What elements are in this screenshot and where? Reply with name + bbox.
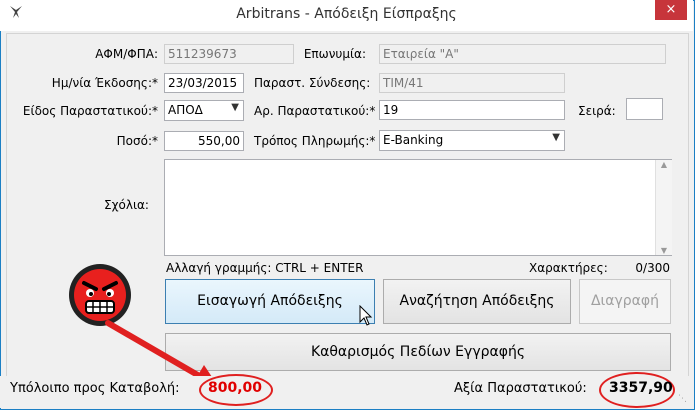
balance-label: Υπόλοιπο προς Καταβολή: [10, 381, 180, 396]
comments-label: Σχόλια: [104, 198, 149, 212]
doc-type-select[interactable]: ΑΠΟΔ ▼ [164, 100, 244, 121]
payment-method-label: Τρόπος Πληρωμής:* [254, 134, 376, 148]
window-title: Arbitrans - Απόδειξη Είσπραξης [236, 6, 457, 22]
title-bar: Arbitrans - Απόδειξη Είσπραξης × [0, 0, 693, 31]
payment-method-value: E-Banking [383, 133, 444, 147]
name-label: Επωνυμία: [303, 47, 366, 61]
series-field[interactable] [626, 98, 663, 120]
series-label: Σειρά: [578, 104, 616, 118]
scroll-down-icon: ▼ [660, 246, 668, 255]
issue-date-label: Ημ/νία Έκδοσης:* [51, 76, 158, 90]
afm-field[interactable]: 511239673 [164, 44, 294, 64]
search-receipt-button[interactable]: Αναζήτηση Απόδειξης [383, 279, 571, 324]
doc-type-label: Είδος Παραστατικού:* [22, 104, 158, 118]
issue-date-field[interactable]: 23/03/2015 [164, 73, 244, 93]
chevron-down-icon: ▼ [231, 102, 239, 113]
close-button[interactable]: × [655, 0, 687, 20]
delete-button[interactable]: Διαγραφή [579, 279, 671, 324]
comments-textarea[interactable] [164, 159, 672, 256]
linked-doc-label: Παραστ. Σύνδεσης: [254, 76, 371, 90]
amount-label: Ποσό:* [116, 134, 158, 148]
payment-method-select[interactable]: E-Banking ▼ [379, 130, 565, 151]
chars-label: Χαρακτήρες: [529, 261, 608, 275]
linked-doc-field[interactable]: ΤΙΜ/41 [379, 73, 565, 93]
amount-field[interactable]: 550,00 [164, 131, 244, 151]
afm-label: ΑΦΜ/ΦΠΑ: [95, 47, 158, 61]
comments-scrollbar[interactable]: ▲ ▼ [655, 160, 672, 255]
newline-hint: Αλλαγή γραμμής: CTRL + ENTER [166, 261, 364, 275]
doc-number-field[interactable]: 19 [379, 100, 565, 120]
doc-value: 3357,90 [609, 380, 673, 396]
doc-number-label: Αρ. Παραστατικού:* [254, 104, 376, 118]
clear-fields-button[interactable]: Καθαρισμός Πεδίων Εγγραφής [165, 333, 671, 371]
doc-type-value: ΑΠΟΔ [168, 103, 203, 117]
mouse-cursor-icon [359, 305, 373, 326]
name-field[interactable]: Εταιρεία "Α" [379, 44, 666, 64]
balance-value: 800,00 [208, 380, 263, 396]
chars-count: 0/300 [635, 261, 670, 275]
chevron-down-icon: ▼ [552, 132, 560, 143]
doc-value-label: Αξία Παραστατικού: [454, 381, 587, 396]
scroll-up-icon: ▲ [660, 160, 668, 169]
resize-grip-icon[interactable]: ⋱ [678, 394, 687, 404]
